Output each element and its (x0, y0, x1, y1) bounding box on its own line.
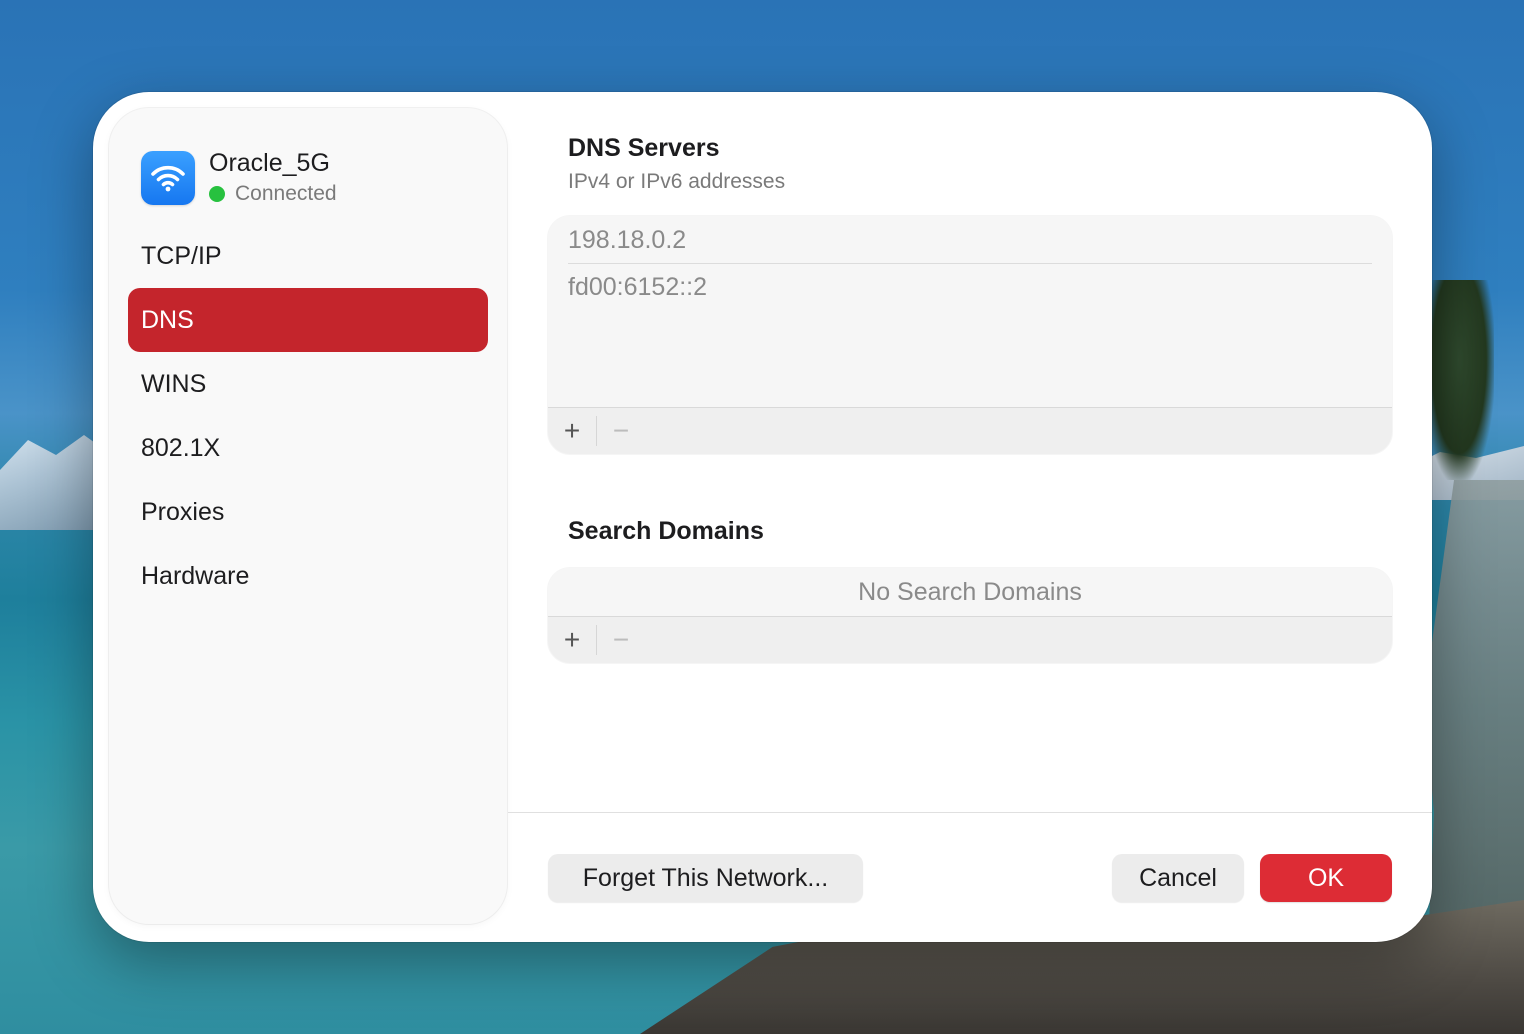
add-dns-server-button[interactable]: + (548, 408, 596, 454)
dns-list-toolbar: + − (548, 407, 1392, 454)
dns-servers-list: 198.18.0.2 fd00:6152::2 + − (548, 216, 1392, 454)
sidebar-item-dns[interactable]: DNS (128, 288, 488, 352)
remove-search-domain-button[interactable]: − (597, 617, 645, 663)
sidebar-item-hardware[interactable]: Hardware (128, 544, 488, 608)
status-dot-icon (209, 186, 225, 202)
dns-panel: DNS Servers IPv4 or IPv6 addresses 198.1… (508, 92, 1432, 942)
sidebar-item-wins[interactable]: WINS (128, 352, 488, 416)
sidebar-item-8021x[interactable]: 802.1X (128, 416, 488, 480)
dns-servers-subtitle: IPv4 or IPv6 addresses (568, 170, 786, 193)
search-domains-list: No Search Domains + − (548, 568, 1392, 663)
wallpaper-tree (1424, 280, 1494, 480)
sidebar-item-tcpip[interactable]: TCP/IP (128, 224, 488, 288)
add-search-domain-button[interactable]: + (548, 617, 596, 663)
network-status-label: Connected (235, 182, 337, 205)
dns-server-row[interactable]: 198.18.0.2 (568, 217, 1372, 263)
dns-server-row[interactable]: fd00:6152::2 (568, 263, 1372, 310)
remove-dns-server-button[interactable]: − (597, 408, 645, 454)
network-info: Oracle_5G Connected (209, 148, 337, 208)
search-domains-title: Search Domains (568, 517, 764, 545)
sidebar-nav: TCP/IP DNS WINS 802.1X Proxies Hardware (128, 224, 488, 608)
footer-divider (508, 812, 1432, 813)
cancel-button[interactable]: Cancel (1112, 854, 1244, 902)
network-header: Oracle_5G Connected (141, 148, 337, 208)
search-domains-toolbar: + − (548, 616, 1392, 663)
sidebar-item-proxies[interactable]: Proxies (128, 480, 488, 544)
wifi-icon (141, 151, 195, 205)
forget-network-button[interactable]: Forget This Network... (548, 854, 863, 902)
sidebar: Oracle_5G Connected TCP/IP DNS WINS 802.… (109, 108, 507, 924)
network-name: Oracle_5G (209, 149, 330, 177)
network-status: Connected (209, 180, 337, 208)
search-domains-empty-label: No Search Domains (858, 577, 1082, 606)
ok-button[interactable]: OK (1260, 854, 1392, 902)
dns-servers-title: DNS Servers (568, 134, 720, 162)
network-settings-dialog: Oracle_5G Connected TCP/IP DNS WINS 802.… (93, 92, 1432, 942)
